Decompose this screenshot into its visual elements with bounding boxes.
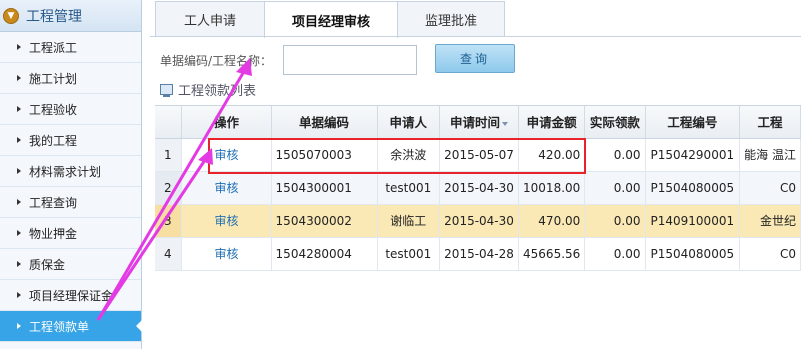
arrow-right-icon	[17, 323, 21, 329]
main-panel: 工人申请 项目经理审核 监理批准 单据编码/工程名称： 查询 工程领款列表 操作	[150, 0, 801, 349]
header-row: 操作 单据编码 申请人 申请时间 申请金额 实际领款 工程编号 工程	[155, 106, 801, 139]
sidebar-item-construction-plan[interactable]: 施工计划	[0, 63, 141, 94]
cell-project-no: P1409100001	[645, 204, 741, 238]
review-link[interactable]: 审核	[181, 237, 272, 271]
sidebar-item-dispatch[interactable]: 工程派工	[0, 32, 141, 63]
sidebar-item-label: 物业押金	[29, 226, 78, 241]
cell-actual: 0.00	[584, 204, 646, 238]
row-number: 2	[155, 171, 183, 205]
arrow-right-icon	[17, 75, 21, 81]
sort-desc-icon	[502, 121, 509, 126]
cell-code: 1504280004	[271, 237, 378, 271]
list-title-text: 工程领款列表	[178, 84, 257, 99]
data-grid: 操作 单据编码 申请人 申请时间 申请金额 实际领款 工程编号 工程 1 审核	[155, 105, 801, 275]
arrow-right-icon	[17, 168, 21, 174]
sidebar-item-label: 我的工程	[29, 133, 78, 148]
arrow-right-icon	[17, 292, 21, 298]
cell-applicant: 谢临工	[377, 204, 441, 238]
sidebar-header-title: 工程管理	[26, 8, 82, 25]
col-header-applicant[interactable]: 申请人	[377, 106, 441, 139]
col-header-date-label: 申请时间	[450, 115, 501, 131]
row-number: 1	[155, 138, 183, 172]
tab-divider	[150, 36, 801, 37]
sidebar-item-label: 工程领款单	[29, 319, 90, 334]
grid-table: 操作 单据编码 申请人 申请时间 申请金额 实际领款 工程编号 工程 1 审核	[155, 106, 801, 271]
sidebar-item-label: 质保金	[29, 257, 66, 272]
sidebar-item-label: 工程查询	[29, 195, 78, 210]
cell-project: 金世纪	[739, 204, 801, 238]
cell-date: 2015-04-30	[439, 204, 520, 238]
arrow-right-icon	[17, 261, 21, 267]
col-header-code[interactable]: 单据编码	[271, 106, 378, 139]
tab-supervisor-approve[interactable]: 监理批准	[397, 1, 505, 37]
arrow-right-icon	[17, 230, 21, 236]
row-number: 4	[155, 237, 183, 271]
cell-applicant: test001	[377, 171, 441, 205]
col-header-amount[interactable]: 申请金额	[518, 106, 586, 139]
cell-project: 能海 温江	[739, 138, 801, 172]
arrow-right-icon	[17, 44, 21, 50]
sidebar-item-label: 项目经理保证金	[29, 288, 114, 303]
sidebar-item-label: 工程派工	[29, 40, 78, 55]
tab-bar: 工人申请 项目经理审核 监理批准	[155, 1, 505, 38]
cell-project: C0	[739, 171, 801, 205]
col-header-action[interactable]: 操作	[181, 106, 272, 139]
cell-date: 2015-04-30	[439, 171, 520, 205]
search-input[interactable]	[283, 45, 417, 75]
list-title: 工程领款列表	[160, 80, 256, 99]
table-row[interactable]: 2 审核 1504300001 test001 2015-04-30 10018…	[155, 171, 801, 205]
sidebar-item-acceptance[interactable]: 工程验收	[0, 94, 141, 125]
col-header-date[interactable]: 申请时间	[439, 106, 520, 139]
search-label: 单据编码/工程名称：	[160, 54, 273, 68]
sidebar-item-warranty[interactable]: 质保金	[0, 249, 141, 280]
cell-actual: 0.00	[584, 138, 646, 172]
monitor-icon	[160, 84, 173, 97]
cell-applicant: test001	[377, 237, 441, 271]
cell-actual: 0.00	[584, 237, 646, 271]
cell-amount: 10018.00	[518, 171, 586, 205]
table-row[interactable]: 4 审核 1504280004 test001 2015-04-28 45665…	[155, 237, 801, 271]
sidebar-item-label: 施工计划	[29, 71, 78, 86]
col-header-project[interactable]: 工程	[739, 106, 801, 139]
search-button[interactable]: 查询	[435, 44, 515, 73]
app-root: ▼ 工程管理 工程派工 施工计划 工程验收 我的工程 材料需求计划 工程查询 物…	[0, 0, 801, 349]
col-header-project-no[interactable]: 工程编号	[645, 106, 741, 139]
cell-actual: 0.00	[584, 171, 646, 205]
sidebar-item-my-projects[interactable]: 我的工程	[0, 125, 141, 156]
arrow-right-icon	[17, 106, 21, 112]
sidebar-item-label: 材料需求计划	[29, 164, 102, 179]
sidebar-item-pm-bond[interactable]: 项目经理保证金	[0, 280, 141, 311]
cell-project-no: P1504080005	[645, 171, 741, 205]
sidebar: ▼ 工程管理 工程派工 施工计划 工程验收 我的工程 材料需求计划 工程查询 物…	[0, 0, 142, 349]
col-header-num	[155, 106, 183, 139]
annotation-highlight-box	[208, 138, 586, 174]
col-header-actual[interactable]: 实际领款	[584, 106, 646, 139]
sidebar-item-project-query[interactable]: 工程查询	[0, 187, 141, 218]
sidebar-item-label: 工程验收	[29, 102, 78, 117]
table-row[interactable]: 3 审核 1504300002 谢临工 2015-04-30 470.00 0.…	[155, 204, 801, 238]
review-link[interactable]: 审核	[181, 171, 272, 205]
tab-pm-review[interactable]: 项目经理审核	[264, 1, 398, 38]
cell-amount: 470.00	[518, 204, 586, 238]
tab-worker-apply[interactable]: 工人申请	[155, 1, 265, 37]
cell-date: 2015-04-28	[439, 237, 520, 271]
cell-project: C0	[739, 237, 801, 271]
sidebar-item-material-plan[interactable]: 材料需求计划	[0, 156, 141, 187]
cell-amount: 45665.56	[518, 237, 586, 271]
arrow-right-icon	[17, 199, 21, 205]
cell-code: 1504300001	[271, 171, 378, 205]
cell-project-no: P1504080005	[645, 237, 741, 271]
cell-code: 1504300002	[271, 204, 378, 238]
arrow-right-icon	[17, 137, 21, 143]
sidebar-item-property-deposit[interactable]: 物业押金	[0, 218, 141, 249]
chevron-down-icon: ▼	[3, 7, 19, 24]
row-number: 3	[155, 204, 183, 238]
cell-project-no: P1504290001	[645, 138, 741, 172]
sidebar-header[interactable]: ▼ 工程管理	[0, 0, 141, 32]
sidebar-item-payment-slip[interactable]: 工程领款单	[0, 311, 142, 342]
review-link[interactable]: 审核	[181, 204, 272, 238]
